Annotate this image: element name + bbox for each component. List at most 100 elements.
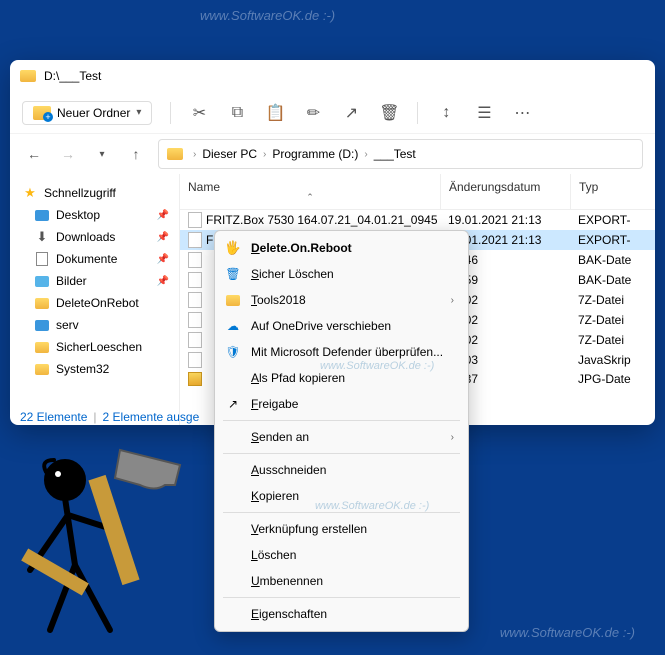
breadcrumb-item[interactable]: ___Test <box>374 147 416 161</box>
sort-indicator-icon: ⌃ <box>188 192 432 203</box>
column-headers: Name ⌃ Änderungsdatum Typ <box>180 174 655 210</box>
paste-icon[interactable]: 📋 <box>265 103 285 123</box>
file-icon <box>188 272 202 288</box>
context-menu-item[interactable]: Tools2018› <box>215 287 468 313</box>
menu-item-icon: 🛡 <box>225 344 241 360</box>
share-icon[interactable]: ↗ <box>341 103 361 123</box>
forward-button[interactable]: → <box>56 142 80 166</box>
sidebar-item[interactable]: DeleteOnRebot <box>14 292 175 314</box>
context-menu-item[interactable]: Löschen <box>215 542 468 568</box>
up-button[interactable]: ↑ <box>124 142 148 166</box>
titlebar[interactable]: D:\___Test <box>10 60 655 92</box>
column-name[interactable]: Name ⌃ <box>180 174 440 209</box>
breadcrumb[interactable]: › Dieser PC › Programme (D:) › ___Test <box>158 139 643 169</box>
column-type[interactable]: Typ <box>570 174 655 209</box>
sidebar-item[interactable]: SicherLoeschen <box>14 336 175 358</box>
sidebar-header-label: Schnellzugriff <box>44 186 116 200</box>
context-menu-item[interactable]: Eigenschaften <box>215 601 468 627</box>
sidebar-item[interactable]: Dokumente 📌 <box>14 248 175 270</box>
sidebar-item-label: DeleteOnRebot <box>56 296 139 310</box>
pin-icon: 📌 <box>157 232 169 243</box>
context-menu-item[interactable]: ☁Auf OneDrive verschieben <box>215 313 468 339</box>
cell-date: 19.01.2021 21:13 <box>440 213 570 227</box>
pin-icon: 📌 <box>157 276 169 287</box>
sidebar-item[interactable]: serv <box>14 314 175 336</box>
context-menu-item[interactable]: Ausschneiden <box>215 457 468 483</box>
menu-item-icon <box>225 292 241 308</box>
file-icon <box>188 352 202 368</box>
menu-item-label: Eigenschaften <box>251 607 454 621</box>
menu-item-icon <box>225 462 241 478</box>
view-icon[interactable]: ☰ <box>474 103 494 123</box>
chevron-right-icon: › <box>451 295 454 306</box>
sort-icon[interactable]: ↕ <box>436 103 456 123</box>
sidebar-quick-access[interactable]: ★ Schnellzugriff <box>14 182 175 204</box>
breadcrumb-item[interactable]: Dieser PC <box>202 147 257 161</box>
context-menu-item[interactable]: ↗Freigabe <box>215 391 468 417</box>
folder-icon <box>167 148 183 160</box>
sidebar-icon <box>34 295 50 311</box>
context-menu-item[interactable]: 🛡Mit Microsoft Defender überprüfen... <box>215 339 468 365</box>
file-icon <box>188 212 202 228</box>
pin-icon: 📌 <box>157 254 169 265</box>
rename-icon[interactable]: ✏ <box>303 103 323 123</box>
menu-item-label: Kopieren <box>251 489 454 503</box>
cut-icon[interactable]: ✂ <box>189 103 209 123</box>
sidebar-item[interactable]: ⬇Downloads📌 <box>14 226 175 248</box>
menu-item-icon <box>225 521 241 537</box>
context-menu-item[interactable]: 🖐Delete.On.Reboot <box>215 235 468 261</box>
file-icon <box>188 332 202 348</box>
new-folder-icon <box>33 106 51 120</box>
sidebar-item-label: SicherLoeschen <box>56 340 142 354</box>
menu-item-icon <box>225 488 241 504</box>
cell-type: BAK-Date <box>570 253 655 267</box>
chevron-down-icon: ▾ <box>136 107 141 118</box>
status-bar: 22 Elemente | 2 Elemente ausge <box>20 410 199 424</box>
breadcrumb-item[interactable]: Programme (D:) <box>272 147 358 161</box>
menu-item-label: Senden an <box>251 430 441 444</box>
menu-item-icon <box>225 547 241 563</box>
context-menu-item[interactable]: Als Pfad kopieren <box>215 365 468 391</box>
sidebar-item[interactable]: Desktop📌 <box>14 204 175 226</box>
back-button[interactable]: ← <box>22 142 46 166</box>
watermark: www.SoftwareOK.de :-) <box>200 8 335 23</box>
toolbar: Neuer Ordner ▾ ✂ ⧉ 📋 ✏ ↗ 🗑 ↕ ☰ ⋯ <box>10 92 655 134</box>
menu-item-icon <box>225 429 241 445</box>
file-icon <box>188 232 202 248</box>
separator: | <box>93 410 96 424</box>
sidebar-item-label: System32 <box>56 362 109 376</box>
menu-item-icon: ↗ <box>225 396 241 412</box>
file-icon <box>188 312 202 328</box>
chevron-down-icon[interactable]: ▾ <box>90 142 114 166</box>
status-count: 22 Elemente <box>20 410 87 424</box>
cell-type: EXPORT- <box>570 213 655 227</box>
file-icon <box>188 252 202 268</box>
menu-item-label: Als Pfad kopieren <box>251 371 454 385</box>
sidebar-item-label: Dokumente <box>56 252 117 266</box>
new-folder-button[interactable]: Neuer Ordner ▾ <box>22 101 152 125</box>
context-menu-item[interactable]: 🗑Sicher Löschen <box>215 261 468 287</box>
pin-icon: 📌 <box>157 210 169 221</box>
table-row[interactable]: FRITZ.Box 7530 164.07.21_04.01.21_0945 (… <box>180 210 655 230</box>
context-menu-item[interactable]: Umbenennen <box>215 568 468 594</box>
context-menu-item[interactable]: Verknüpfung erstellen <box>215 516 468 542</box>
column-name-label: Name <box>188 180 220 194</box>
copy-icon[interactable]: ⧉ <box>227 103 247 123</box>
chevron-right-icon: › <box>193 149 196 160</box>
column-date[interactable]: Änderungsdatum <box>440 174 570 209</box>
cell-name: FRITZ.Box 7530 164.07.21_04.01.21_0945 (… <box>180 212 440 228</box>
menu-item-label: Umbenennen <box>251 574 454 588</box>
sidebar-item[interactable]: Bilder📌 <box>14 270 175 292</box>
context-menu-item[interactable]: Senden an› <box>215 424 468 450</box>
delete-icon[interactable]: 🗑 <box>379 103 399 123</box>
more-icon[interactable]: ⋯ <box>512 103 532 123</box>
context-menu-item[interactable]: Kopieren <box>215 483 468 509</box>
sidebar-icon <box>34 339 50 355</box>
sidebar-icon <box>34 251 50 267</box>
folder-icon <box>20 70 36 82</box>
file-name: FRITZ.Box 7530 164.07.21_04.01.21_0945 (… <box>206 213 440 227</box>
separator <box>223 597 460 598</box>
menu-item-icon <box>225 606 241 622</box>
menu-item-label: Delete.On.Reboot <box>251 241 454 255</box>
sidebar-item[interactable]: System32 <box>14 358 175 380</box>
